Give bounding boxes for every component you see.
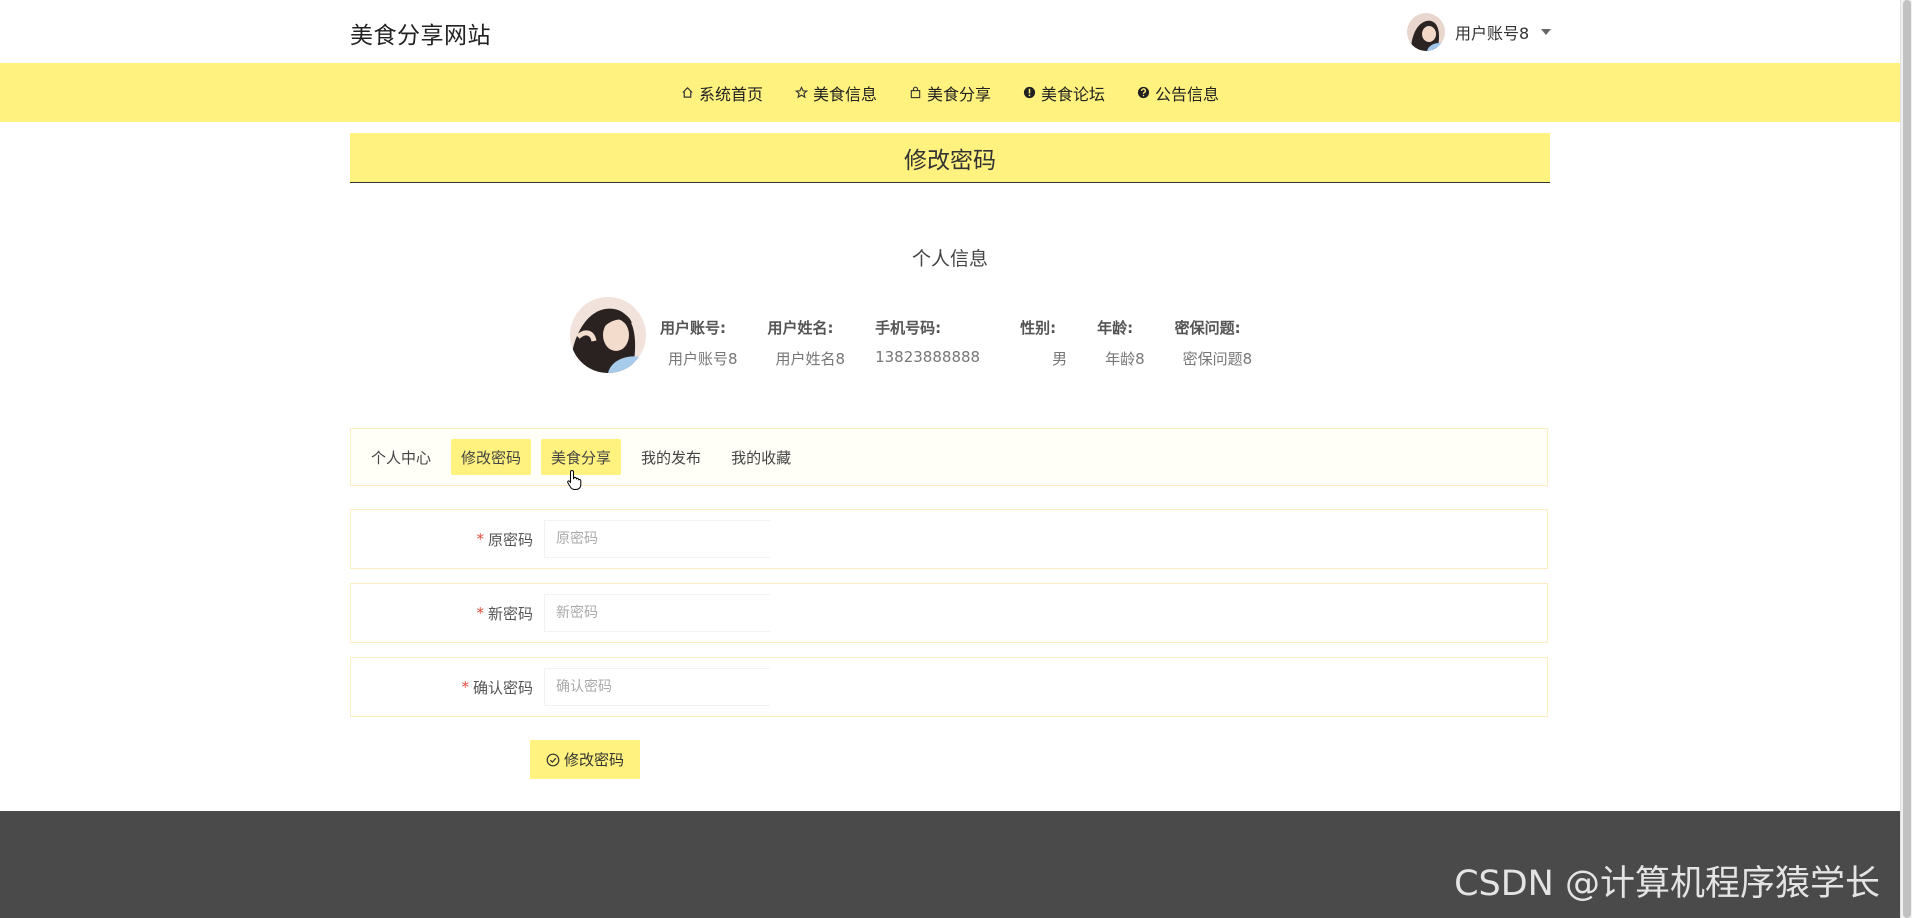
profile-avatar <box>570 297 646 373</box>
page-footer: CSDN @计算机程序猿学长 <box>0 811 1900 918</box>
nav-item-food-share[interactable]: 美食分享 <box>909 81 991 105</box>
home-icon <box>682 87 693 98</box>
exclamation-circle-icon <box>1023 86 1036 99</box>
tab-my-favorites[interactable]: 我的收藏 <box>721 439 801 475</box>
tab-change-password[interactable]: 修改密码 <box>451 439 532 475</box>
page-title-bar: 修改密码 <box>350 133 1550 183</box>
confirm-password-input[interactable] <box>544 668 770 706</box>
nav-item-label: 美食论坛 <box>1041 84 1106 104</box>
nav-item-label: 公告信息 <box>1155 84 1220 104</box>
question-circle-icon <box>1137 86 1150 99</box>
watermark-text: CSDN @计算机程序猿学长 <box>1454 864 1880 904</box>
check-circle-icon <box>546 753 560 766</box>
tab-personal-center[interactable]: 个人中心 <box>361 439 441 475</box>
tab-my-posts[interactable]: 我的发布 <box>631 439 711 475</box>
new-password-input[interactable] <box>544 594 770 632</box>
site-brand[interactable]: 美食分享网站 <box>350 16 491 50</box>
caret-down-icon[interactable] <box>1541 29 1552 35</box>
user-name[interactable]: 用户账号8 <box>1455 20 1529 44</box>
nav-item-label: 美食信息 <box>812 84 877 104</box>
profile-field-gender: 性别: 男 <box>1020 319 1068 368</box>
main-nav: 系统首页 美食信息 美食分享 美食论坛 公告信息 <box>0 63 1900 122</box>
nav-item-home[interactable]: 系统首页 <box>681 81 763 105</box>
form-row-new-password: * 新密码 <box>350 583 1548 643</box>
nav-item-label: 系统首页 <box>698 84 763 104</box>
form-row-old-password: * 原密码 <box>350 509 1548 569</box>
profile-summary: 用户账号: 用户账号8 用户姓名: 用户姓名8 手机号码: 1382388888… <box>570 297 1282 373</box>
profile-field-name: 用户姓名: 用户姓名8 <box>767 319 846 368</box>
user-menu[interactable]: 用户账号8 <box>1407 12 1552 52</box>
user-avatar[interactable] <box>1407 13 1445 51</box>
nav-item-label: 美食分享 <box>926 84 991 104</box>
hand-cursor-icon <box>567 469 582 490</box>
top-header: 美食分享网站 用户账号8 <box>0 0 1900 63</box>
scrollbar-thumb[interactable] <box>1903 0 1911 918</box>
user-center-tabs: 个人中心 修改密码 美食分享 我的发布 我的收藏 <box>350 428 1548 486</box>
profile-field-age: 年龄: 年龄8 <box>1097 319 1145 368</box>
profile-section-title: 个人信息 <box>911 248 988 270</box>
star-icon <box>794 86 808 99</box>
old-password-label: * 原密码 <box>476 530 533 549</box>
vertical-scrollbar[interactable] <box>1900 0 1912 918</box>
nav-item-food-info[interactable]: 美食信息 <box>794 81 877 105</box>
change-password-button[interactable]: 修改密码 <box>530 740 640 779</box>
profile-field-account: 用户账号: 用户账号8 <box>660 319 738 368</box>
nav-item-food-forum[interactable]: 美食论坛 <box>1023 81 1105 105</box>
nav-item-announcements[interactable]: 公告信息 <box>1137 81 1219 105</box>
new-password-label: * 新密码 <box>476 604 533 623</box>
change-password-button-label: 修改密码 <box>563 752 624 769</box>
form-row-confirm-password: * 确认密码 <box>350 657 1548 717</box>
page-title: 修改密码 <box>904 147 996 174</box>
profile-field-phone: 手机号码: 13823888888 <box>875 319 981 366</box>
confirm-password-label: * 确认密码 <box>461 678 533 697</box>
old-password-input[interactable] <box>544 520 770 558</box>
profile-field-security-question: 密保问题: 密保问题8 <box>1174 319 1253 368</box>
bag-icon <box>910 86 921 99</box>
